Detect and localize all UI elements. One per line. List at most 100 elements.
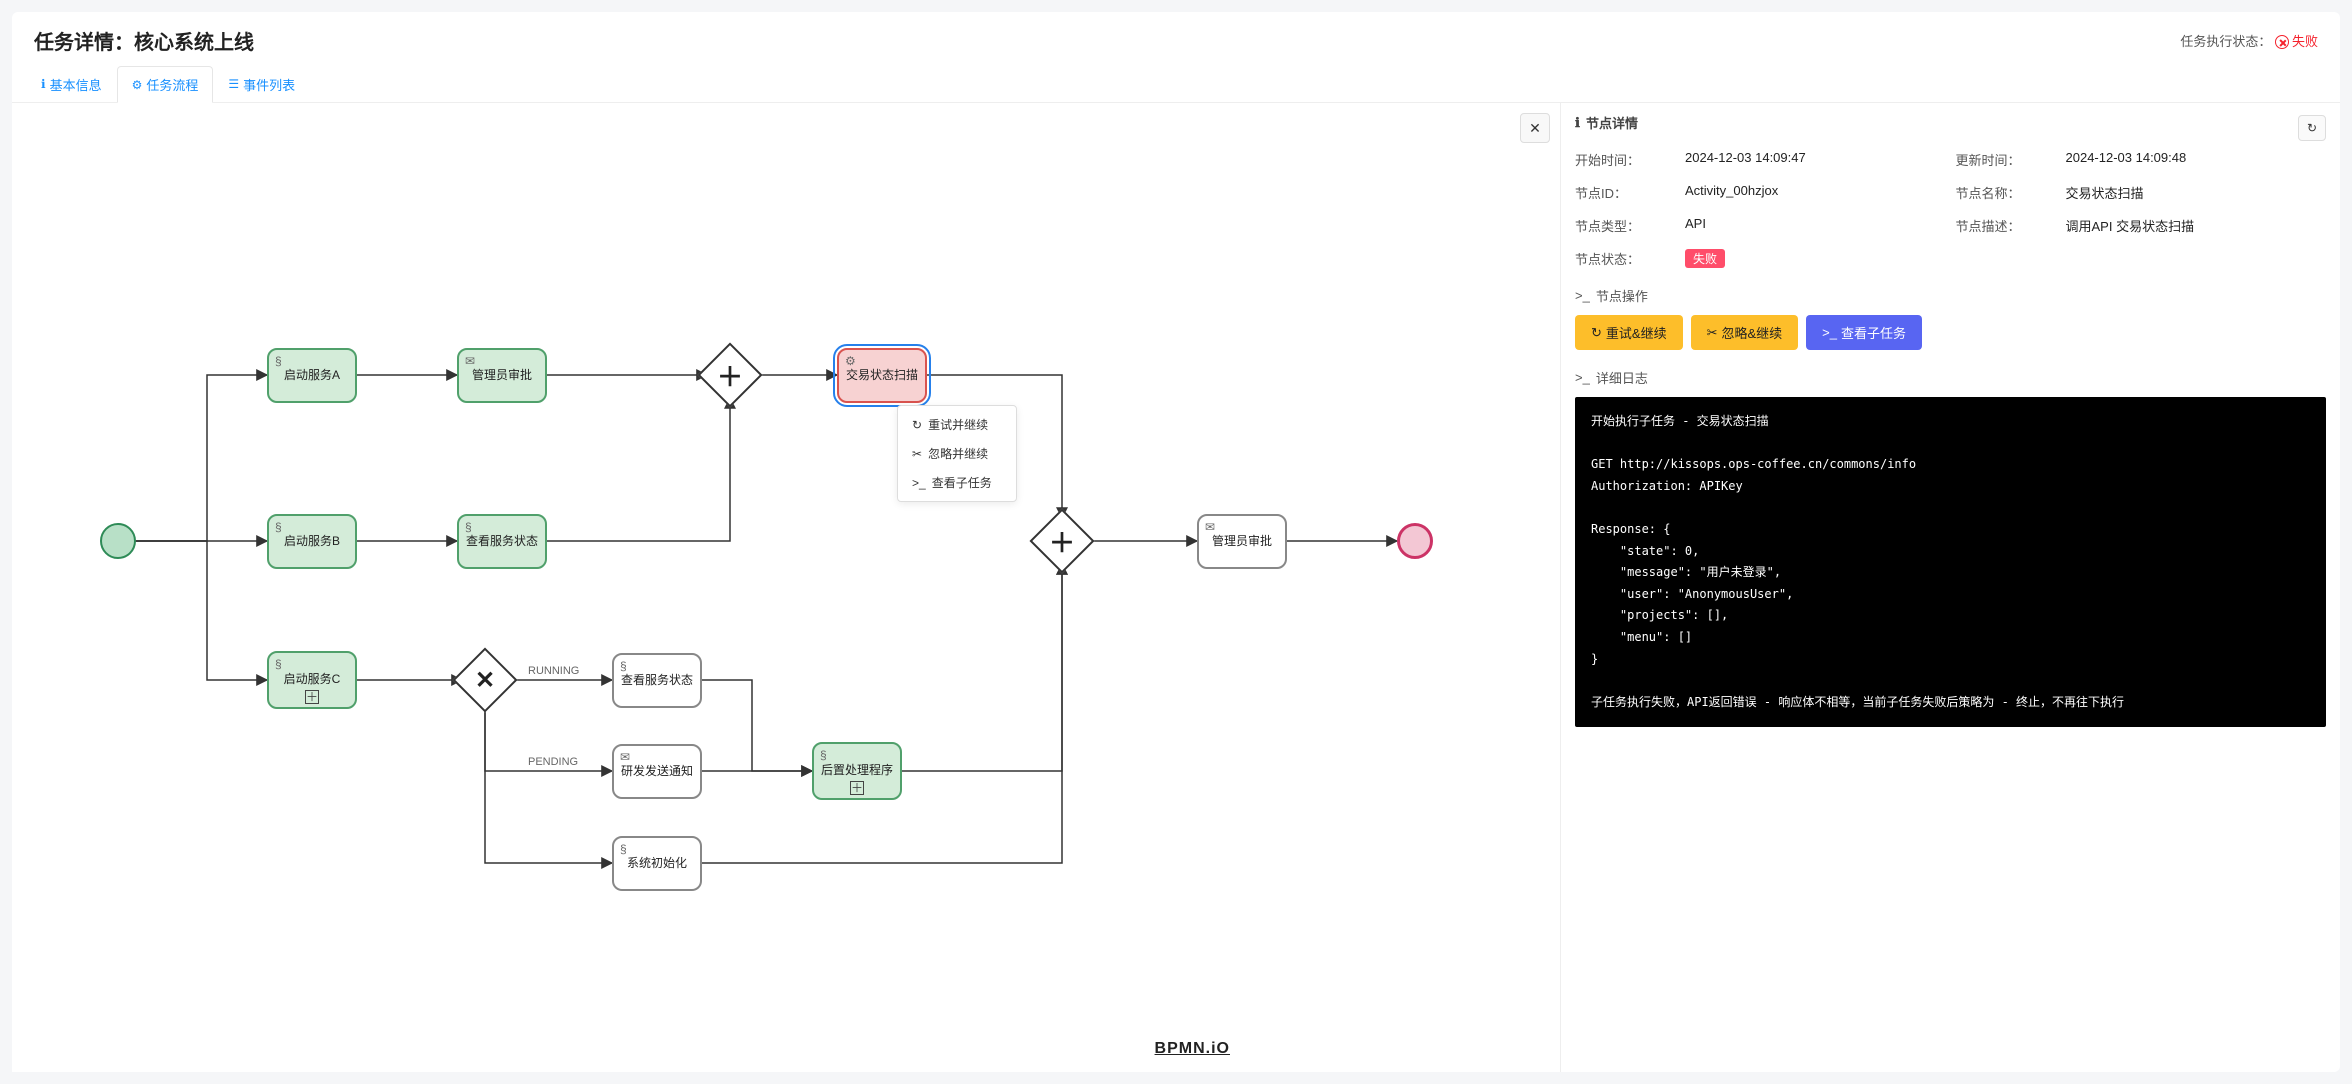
view-subtask-button[interactable]: >_ 查看子任务 [1806, 315, 1922, 350]
page-header: 任务详情：核心系统上线 任务执行状态： 失败 [12, 12, 2340, 65]
mail-icon: ✉ [465, 354, 475, 370]
k-node-name: 节点名称： [1956, 183, 2056, 202]
skip-icon: ✂ [1707, 325, 1718, 341]
k-update-time: 更新时间： [1956, 150, 2056, 169]
script-icon: § [820, 748, 827, 764]
task-check-status-2[interactable]: § 查看服务状态 [612, 653, 702, 708]
skip-continue-button[interactable]: ✂ 忽略&继续 [1691, 315, 1799, 350]
tab-basic-info[interactable]: ℹ 基本信息 [26, 65, 117, 102]
task-postprocess[interactable]: § 后置处理程序 ＋ [812, 742, 902, 800]
task-label: 启动服务A [284, 368, 340, 384]
v-start-time: 2024-12-03 14:09:47 [1685, 150, 1946, 169]
flow-connectors [12, 103, 1560, 1043]
script-icon: § [275, 657, 282, 673]
script-icon: § [620, 842, 627, 858]
parallel-gateway-1[interactable]: ＋ [707, 352, 753, 398]
task-label: 查看服务状态 [466, 534, 538, 550]
ctx-skip[interactable]: ✂ 忽略并继续 [898, 439, 1016, 468]
task-start-service-c[interactable]: § 启动服务C ＋ [267, 651, 357, 709]
gear-icon: ⚙ [845, 354, 856, 370]
node-ops-title: >_ 节点操作 [1575, 286, 2326, 305]
edge-label-running: RUNNING [528, 665, 579, 677]
task-check-status-1[interactable]: § 查看服务状态 [457, 514, 547, 569]
v-node-desc: 调用API 交易状态扫描 [2066, 216, 2327, 235]
v-node-name: 交易状态扫描 [2066, 183, 2327, 202]
task-label: 后置处理程序 [821, 763, 893, 779]
script-icon: § [465, 520, 472, 536]
task-start-service-b[interactable]: § 启动服务B [267, 514, 357, 569]
tabs-bar: ℹ 基本信息 ⚙ 任务流程 ☰ 事件列表 [12, 65, 2340, 103]
k-node-status: 节点状态： [1575, 249, 1675, 268]
task-label: 启动服务C [284, 672, 341, 688]
v-update-time: 2024-12-03 14:09:48 [2066, 150, 2327, 169]
info-icon: ℹ [41, 77, 46, 91]
log-output[interactable]: 开始执行子任务 - 交易状态扫描 GET http://kissops.ops-… [1575, 397, 2326, 727]
v-node-type: API [1685, 216, 1946, 235]
task-start-service-a[interactable]: § 启动服务A [267, 348, 357, 403]
tab-label: 基本信息 [50, 75, 102, 94]
tab-flow[interactable]: ⚙ 任务流程 [117, 66, 214, 103]
task-label: 管理员审批 [1212, 534, 1272, 550]
mail-icon: ✉ [1205, 520, 1215, 536]
task-trade-scan-failed[interactable]: ⚙ 交易状态扫描 [837, 348, 927, 403]
task-sys-init[interactable]: § 系统初始化 [612, 836, 702, 891]
ctx-retry[interactable]: ↻ 重试并继续 [898, 410, 1016, 439]
task-label: 查看服务状态 [621, 673, 693, 689]
parallel-gateway-2[interactable]: ＋ [1039, 518, 1085, 564]
bpmn-logo: BPMN.iO [1155, 1040, 1230, 1058]
task-notify[interactable]: ✉ 研发发送通知 [612, 744, 702, 799]
exclusive-gateway[interactable]: ✕ [462, 657, 508, 703]
end-event[interactable] [1397, 523, 1433, 559]
log-title: >_ 详细日志 [1575, 368, 2326, 387]
task-label: 交易状态扫描 [846, 368, 918, 384]
k-start-time: 开始时间： [1575, 150, 1675, 169]
retry-icon: ↻ [912, 418, 922, 432]
refresh-button[interactable]: ↻ [2298, 115, 2326, 141]
ctx-label: 查看子任务 [932, 474, 992, 491]
info-icon: ℹ [1575, 115, 1580, 131]
status-fail-icon [2275, 35, 2289, 49]
terminal-icon: >_ [912, 476, 926, 490]
refresh-icon: ↻ [2307, 121, 2317, 135]
node-detail-grid: 开始时间： 2024-12-03 14:09:47 更新时间： 2024-12-… [1575, 150, 2326, 268]
status-badge: 失败 [1685, 249, 1725, 268]
task-exec-status: 任务执行状态： 失败 [2180, 31, 2318, 50]
bpmn-canvas[interactable]: ✕ [12, 103, 1560, 1072]
tab-events[interactable]: ☰ 事件列表 [213, 65, 310, 102]
retry-continue-button[interactable]: ↻ 重试&继续 [1575, 315, 1683, 350]
ctx-view-subtask[interactable]: >_ 查看子任务 [898, 468, 1016, 497]
flow-icon: ⚙ [132, 78, 143, 92]
script-icon: § [275, 354, 282, 370]
detail-title: ℹ 节点详情 [1575, 113, 1638, 132]
start-event[interactable] [100, 523, 136, 559]
k-node-type: 节点类型： [1575, 216, 1675, 235]
script-icon: § [275, 520, 282, 536]
task-approve-2[interactable]: ✉ 管理员审批 [1197, 514, 1287, 569]
mail-icon: ✉ [620, 750, 630, 766]
task-approve-1[interactable]: ✉ 管理员审批 [457, 348, 547, 403]
ctx-label: 忽略并继续 [928, 445, 988, 462]
node-detail-panel: ℹ 节点详情 ↻ 开始时间： 2024-12-03 14:09:47 更新时间：… [1560, 103, 2340, 1072]
edge-label-pending: PENDING [528, 756, 578, 768]
retry-icon: ↻ [1591, 325, 1602, 341]
task-label: 研发发送通知 [621, 764, 693, 780]
subprocess-icon: ＋ [305, 690, 319, 704]
script-icon: § [620, 659, 627, 675]
k-node-desc: 节点描述： [1956, 216, 2056, 235]
tab-label: 事件列表 [243, 75, 295, 94]
status-label: 任务执行状态： [2180, 34, 2271, 49]
task-label: 启动服务B [284, 534, 340, 550]
v-node-status: 失败 [1685, 249, 1946, 268]
tab-label: 任务流程 [146, 75, 198, 94]
terminal-icon: >_ [1575, 370, 1590, 385]
terminal-icon: >_ [1822, 325, 1837, 340]
status-value: 失败 [2292, 34, 2318, 49]
subprocess-icon: ＋ [850, 781, 864, 795]
node-context-menu: ↻ 重试并继续 ✂ 忽略并继续 >_ 查看子任务 [897, 405, 1017, 502]
k-node-id: 节点ID： [1575, 183, 1675, 202]
task-label: 系统初始化 [627, 856, 687, 872]
page-title: 任务详情：核心系统上线 [34, 26, 254, 55]
terminal-icon: >_ [1575, 288, 1590, 303]
v-node-id: Activity_00hzjox [1685, 183, 1946, 202]
list-icon: ☰ [228, 77, 239, 91]
